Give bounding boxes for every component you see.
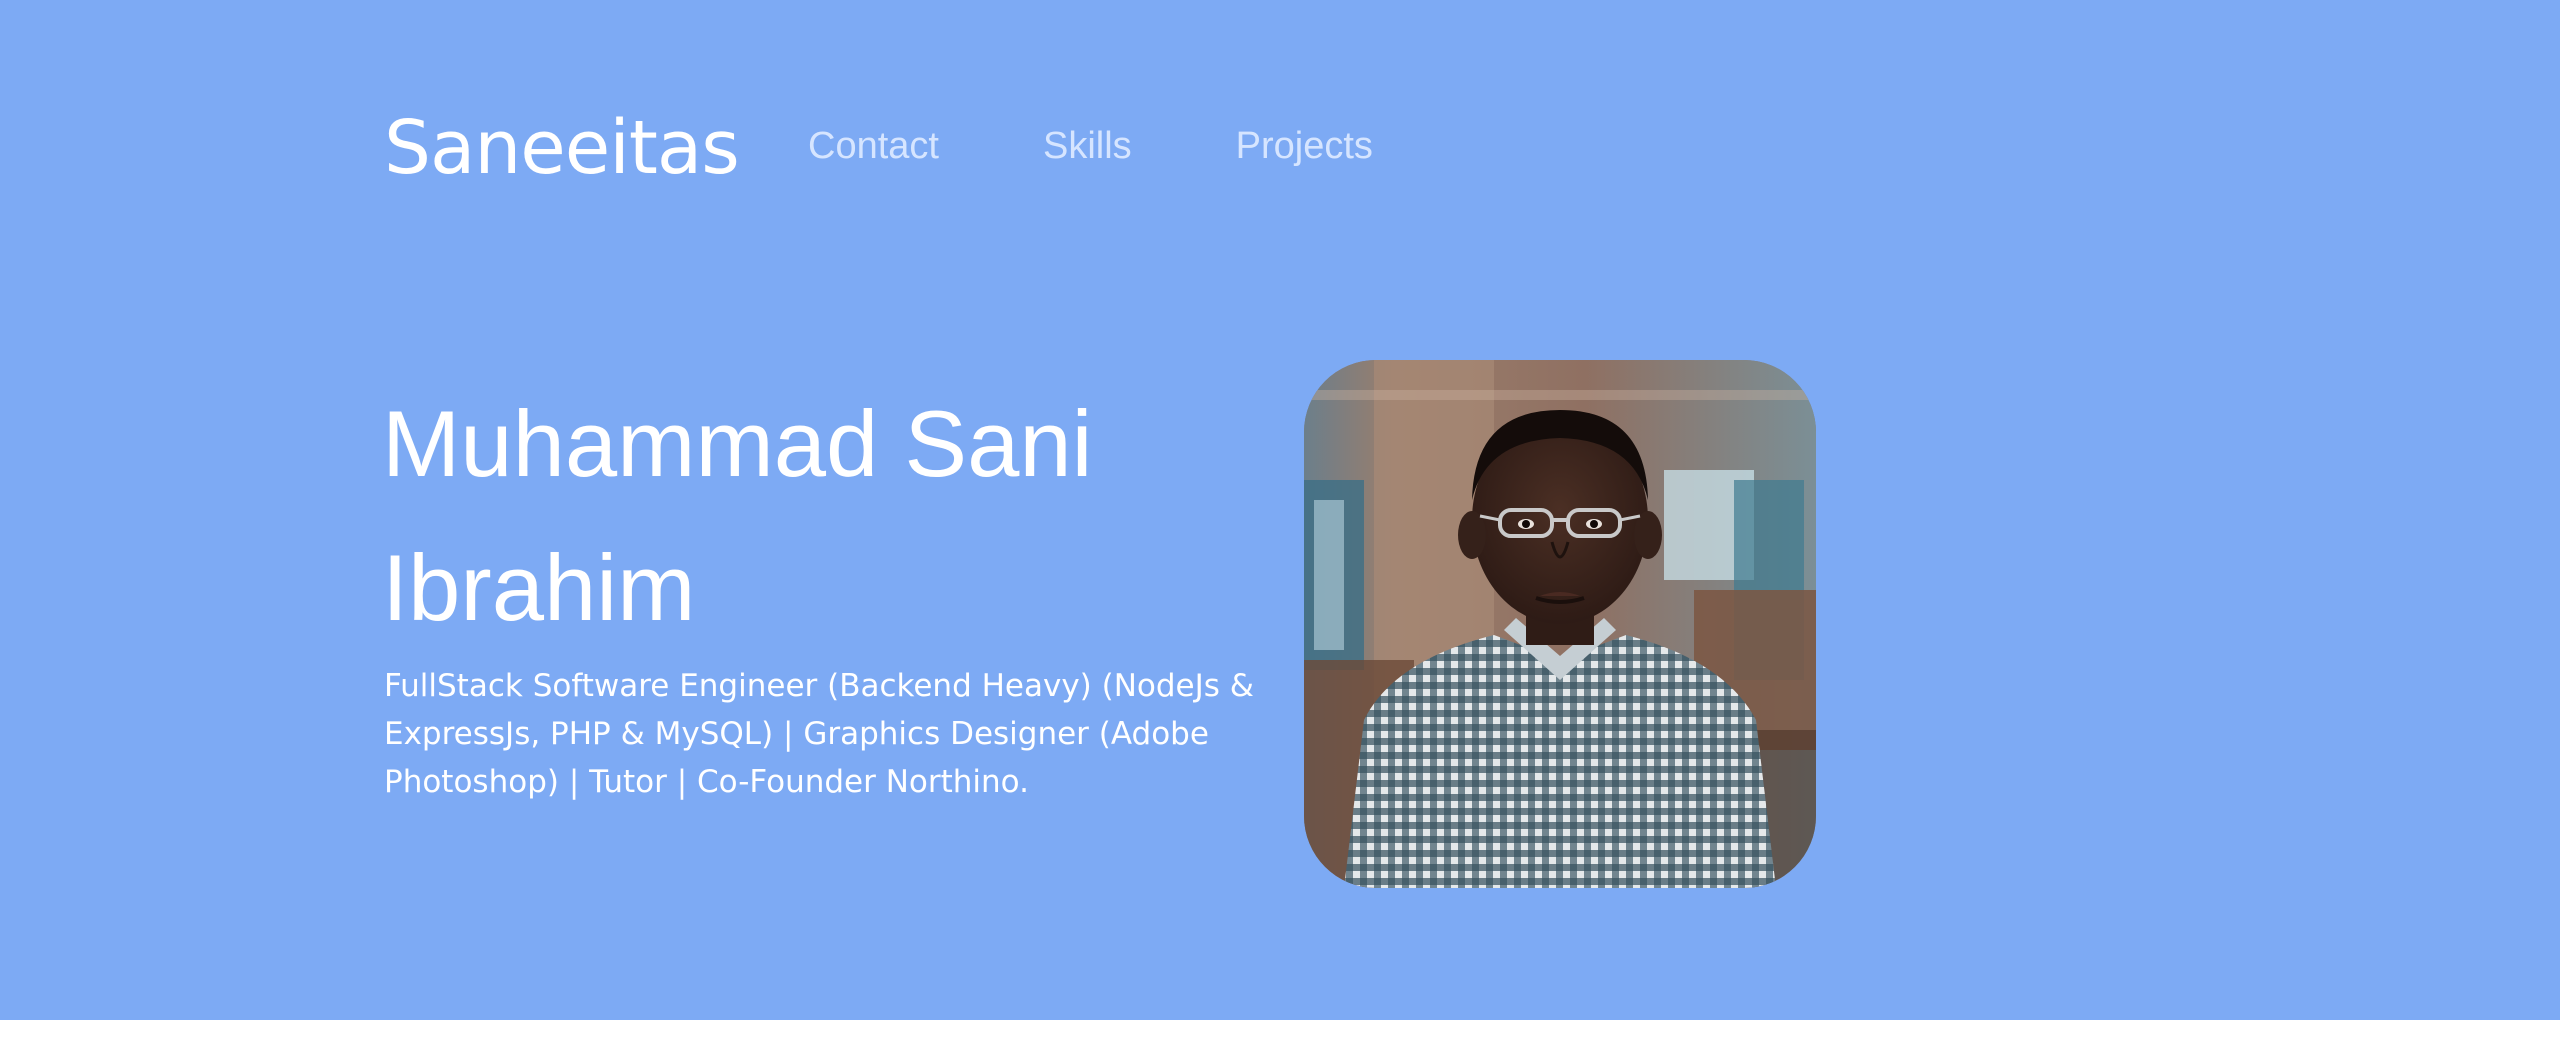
brand-logo[interactable]: Saneeitas	[384, 100, 740, 196]
hero-name: Muhammad Sani Ibrahim	[382, 391, 1093, 640]
nav-link-projects[interactable]: Projects	[1236, 118, 1373, 174]
nav-link-contact[interactable]: Contact	[808, 118, 939, 174]
profile-photo	[1304, 360, 1816, 888]
nav-link-skills[interactable]: Skills	[1043, 118, 1132, 174]
main-nav: Contact Skills Projects	[808, 118, 1373, 174]
profile-photo-illustration	[1304, 360, 1816, 888]
hero-section: Saneeitas Contact Skills Projects Muhamm…	[0, 0, 2560, 1020]
hero-bio: FullStack Software Engineer (Backend Hea…	[384, 668, 1254, 800]
